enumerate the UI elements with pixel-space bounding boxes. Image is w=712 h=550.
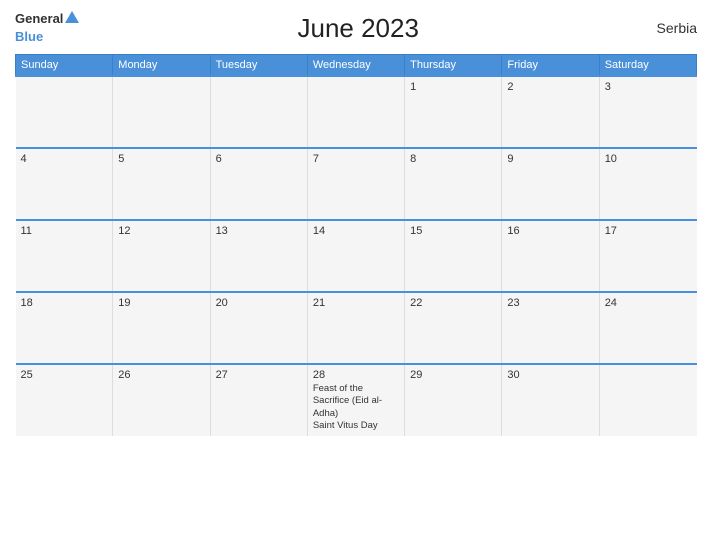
day-number: 3 <box>605 81 692 93</box>
calendar-cell <box>16 76 113 148</box>
calendar-cell: 3 <box>599 76 696 148</box>
day-number: 9 <box>507 153 593 165</box>
day-number: 19 <box>118 297 204 309</box>
day-number: 7 <box>313 153 399 165</box>
calendar-cell <box>113 76 210 148</box>
logo-triangle-icon <box>65 11 79 23</box>
day-number: 2 <box>507 81 593 93</box>
day-number: 10 <box>605 153 692 165</box>
country-label: Serbia <box>637 20 697 36</box>
calendar-cell: 5 <box>113 148 210 220</box>
calendar-week-3: 11 12 13 14 15 16 17 <box>16 220 697 292</box>
calendar-cell: 15 <box>405 220 502 292</box>
logo-blue: Blue <box>15 29 43 44</box>
event-label: Feast of the Sacrifice (Eid al-Adha) <box>313 383 399 420</box>
calendar-cell: 13 <box>210 220 307 292</box>
calendar-cell: 14 <box>307 220 404 292</box>
calendar-cell <box>307 76 404 148</box>
col-saturday: Saturday <box>599 55 696 77</box>
calendar-cell: 28 Feast of the Sacrifice (Eid al-Adha)Sa… <box>307 364 404 436</box>
calendar-cell: 8 <box>405 148 502 220</box>
calendar-week-4: 18 19 20 21 22 23 24 <box>16 292 697 364</box>
calendar-page: General Blue June 2023 Serbia Sunday Mon… <box>0 0 712 550</box>
day-number: 16 <box>507 225 593 237</box>
day-number: 4 <box>21 153 108 165</box>
calendar-title: June 2023 <box>79 13 637 44</box>
day-number: 30 <box>507 369 593 381</box>
day-number: 8 <box>410 153 496 165</box>
col-monday: Monday <box>113 55 210 77</box>
days-of-week-row: Sunday Monday Tuesday Wednesday Thursday… <box>16 55 697 77</box>
day-number: 14 <box>313 225 399 237</box>
calendar-cell: 11 <box>16 220 113 292</box>
event-label: Saint Vitus Day <box>313 420 399 432</box>
calendar-cell <box>210 76 307 148</box>
logo: General Blue <box>15 10 79 46</box>
calendar-cell: 26 <box>113 364 210 436</box>
calendar-cell: 19 <box>113 292 210 364</box>
calendar-cell: 21 <box>307 292 404 364</box>
day-number: 20 <box>216 297 302 309</box>
day-number: 18 <box>21 297 108 309</box>
calendar-cell: 16 <box>502 220 599 292</box>
col-friday: Friday <box>502 55 599 77</box>
calendar-cell: 24 <box>599 292 696 364</box>
calendar-cell: 25 <box>16 364 113 436</box>
col-sunday: Sunday <box>16 55 113 77</box>
calendar-cell: 18 <box>16 292 113 364</box>
calendar-cell: 23 <box>502 292 599 364</box>
day-number: 22 <box>410 297 496 309</box>
calendar-cell: 20 <box>210 292 307 364</box>
calendar-week-1: 123 <box>16 76 697 148</box>
day-number: 12 <box>118 225 204 237</box>
day-number: 24 <box>605 297 692 309</box>
calendar-cell: 2 <box>502 76 599 148</box>
calendar-cell: 12 <box>113 220 210 292</box>
day-number: 23 <box>507 297 593 309</box>
calendar-week-2: 456789 10 <box>16 148 697 220</box>
calendar-cell: 4 <box>16 148 113 220</box>
logo-text: General Blue <box>15 10 79 46</box>
day-number: 26 <box>118 369 204 381</box>
day-number: 1 <box>410 81 496 93</box>
day-number: 6 <box>216 153 302 165</box>
col-tuesday: Tuesday <box>210 55 307 77</box>
col-wednesday: Wednesday <box>307 55 404 77</box>
day-number: 29 <box>410 369 496 381</box>
calendar-header: Sunday Monday Tuesday Wednesday Thursday… <box>16 55 697 77</box>
day-number: 11 <box>21 225 108 237</box>
day-number: 5 <box>118 153 204 165</box>
calendar-cell: 29 <box>405 364 502 436</box>
logo-general: General <box>15 11 63 26</box>
page-header: General Blue June 2023 Serbia <box>15 10 697 46</box>
calendar-cell: 9 <box>502 148 599 220</box>
day-number: 25 <box>21 369 108 381</box>
calendar-week-5: 25 26 27 28 Feast of the Sacrifice (Eid al-A… <box>16 364 697 436</box>
calendar-cell <box>599 364 696 436</box>
calendar-table: Sunday Monday Tuesday Wednesday Thursday… <box>15 54 697 436</box>
day-number: 28 <box>313 369 399 381</box>
calendar-cell: 17 <box>599 220 696 292</box>
calendar-cell: 27 <box>210 364 307 436</box>
calendar-cell: 7 <box>307 148 404 220</box>
calendar-cell: 22 <box>405 292 502 364</box>
day-number: 21 <box>313 297 399 309</box>
day-number: 27 <box>216 369 302 381</box>
day-number: 13 <box>216 225 302 237</box>
calendar-cell: 1 <box>405 76 502 148</box>
day-number: 15 <box>410 225 496 237</box>
calendar-body: 1234567891011121314151617181920212223242… <box>16 76 697 436</box>
calendar-cell: 30 <box>502 364 599 436</box>
col-thursday: Thursday <box>405 55 502 77</box>
calendar-cell: 6 <box>210 148 307 220</box>
calendar-cell: 10 <box>599 148 696 220</box>
day-number: 17 <box>605 225 692 237</box>
